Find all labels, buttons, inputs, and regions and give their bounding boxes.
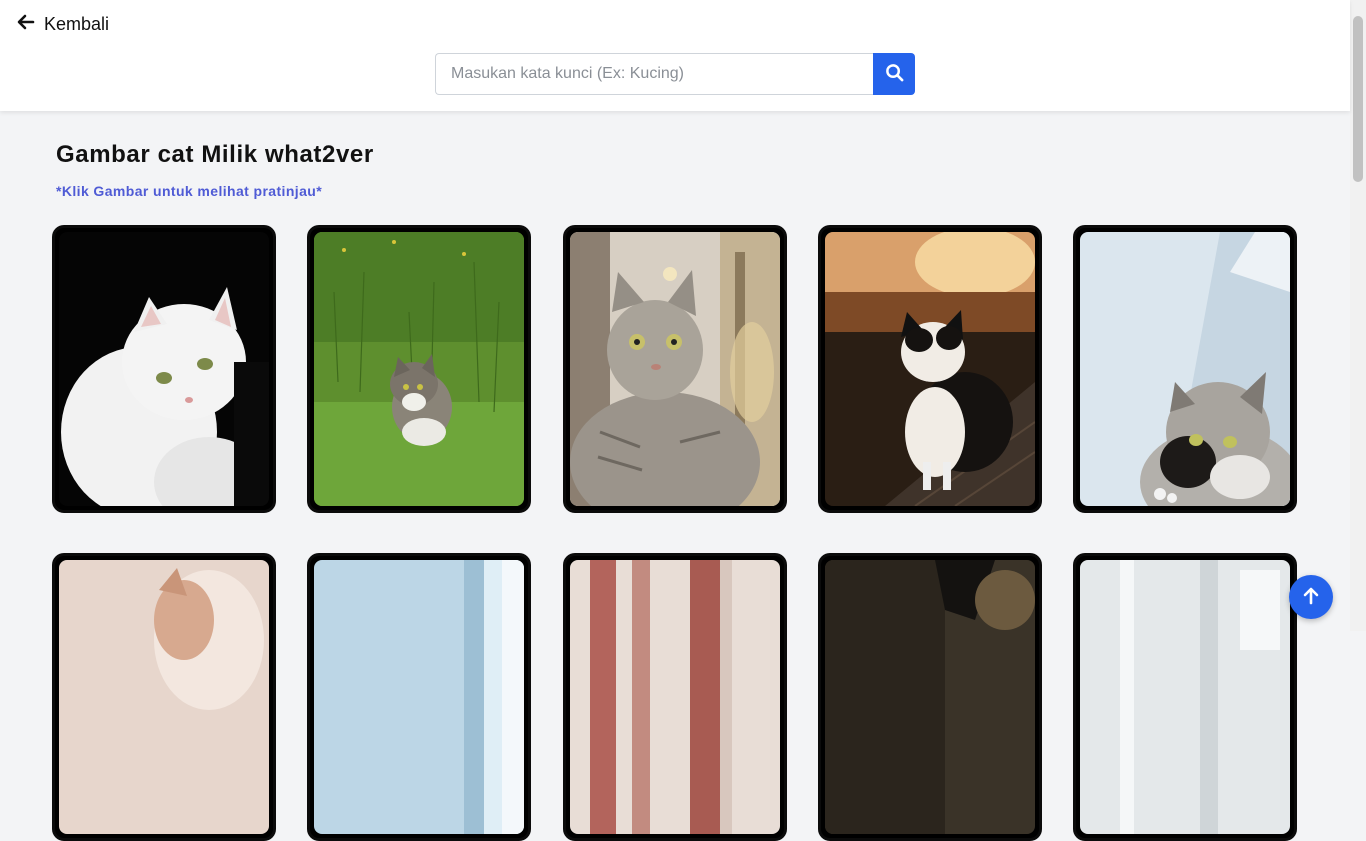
scroll-to-top-button[interactable] xyxy=(1289,575,1333,619)
image-card[interactable] xyxy=(818,225,1042,513)
image-card[interactable] xyxy=(52,225,276,513)
search-input[interactable] xyxy=(435,53,873,95)
cat-photo xyxy=(570,560,780,834)
back-label: Kembali xyxy=(44,13,110,34)
cat-photo xyxy=(570,232,780,506)
image-card[interactable] xyxy=(563,553,787,841)
cat-photo xyxy=(1080,560,1290,834)
image-card[interactable] xyxy=(818,553,1042,841)
gallery-section: Gambar cat Milik what2ver *Klik Gambar u… xyxy=(0,111,1350,841)
arrow-up-icon xyxy=(1300,585,1322,610)
image-card[interactable] xyxy=(563,225,787,513)
top-bar: Kembali xyxy=(0,0,1350,111)
cat-photo xyxy=(825,560,1035,834)
image-card[interactable] xyxy=(52,553,276,841)
cat-photo xyxy=(1080,232,1290,506)
search-icon xyxy=(885,63,904,85)
cat-photo xyxy=(59,232,269,506)
cat-photo xyxy=(314,232,524,506)
cat-photo xyxy=(825,232,1035,506)
image-card[interactable] xyxy=(1073,553,1297,841)
image-card[interactable] xyxy=(307,225,531,513)
search-bar xyxy=(435,53,915,95)
scrollbar-thumb[interactable] xyxy=(1353,16,1363,182)
image-card[interactable] xyxy=(307,553,531,841)
search-button[interactable] xyxy=(873,53,915,95)
page-scrollbar[interactable] xyxy=(1350,0,1366,631)
preview-hint: *Klik Gambar untuk melihat pratinjau* xyxy=(56,183,323,199)
cat-photo xyxy=(314,560,524,834)
back-link[interactable]: Kembali xyxy=(16,12,109,36)
page-title: Gambar cat Milik what2ver xyxy=(56,141,374,168)
cat-photo xyxy=(59,560,269,834)
arrow-left-icon xyxy=(16,12,36,37)
image-card[interactable] xyxy=(1073,225,1297,513)
